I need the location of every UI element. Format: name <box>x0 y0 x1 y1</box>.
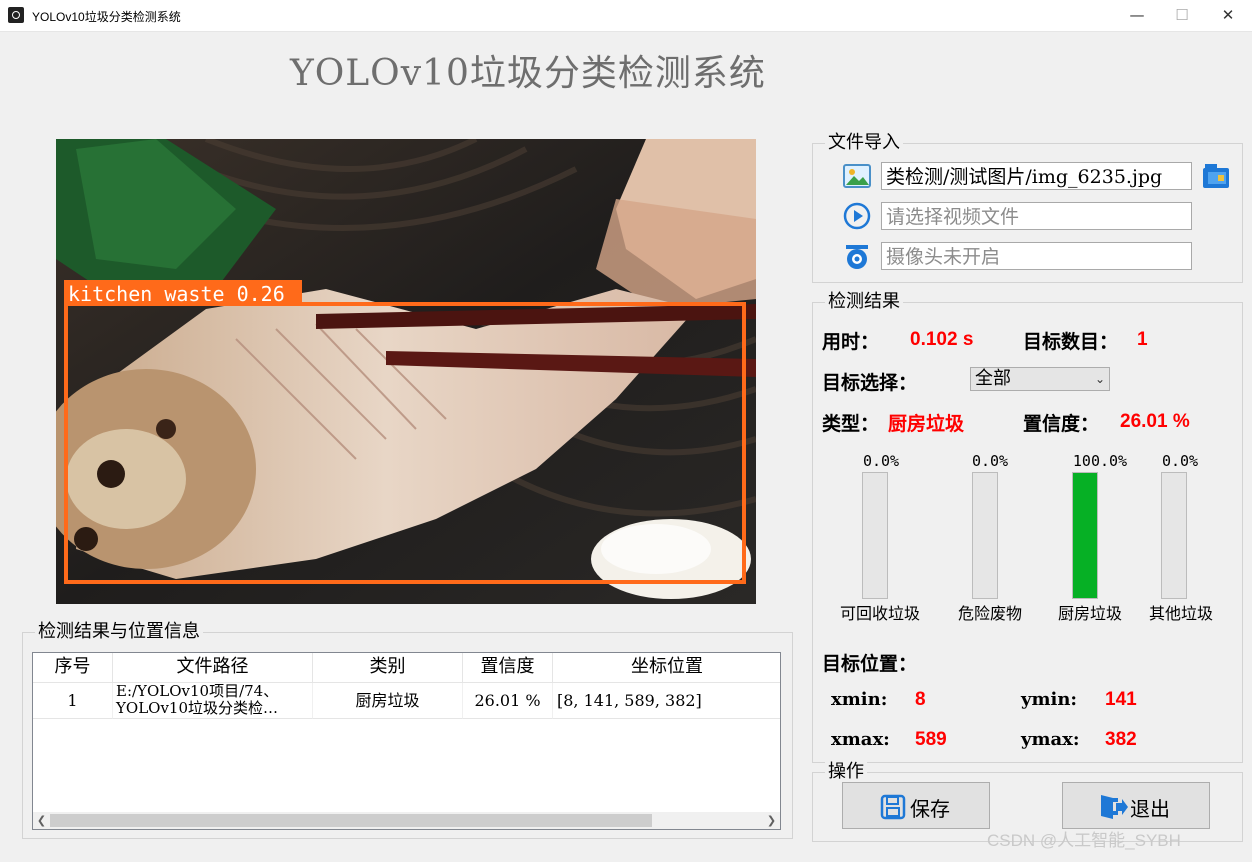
page-title: YOLOv10垃圾分类检测系统 <box>290 53 766 94</box>
bar-percent-hazardous: 0.0% <box>971 452 1009 470</box>
save-button-label: 保存 <box>910 797 950 821</box>
col-header-path[interactable]: 文件路径 <box>113 653 313 683</box>
target-count-label: 目标数目： <box>1023 331 1119 353</box>
open-folder-icon[interactable] <box>1202 162 1232 192</box>
xmax-value: 589 <box>915 729 947 750</box>
col-header-coords[interactable]: 坐标位置 <box>553 653 780 683</box>
chevron-down-icon: ⌄ <box>1094 372 1105 386</box>
image-icon[interactable] <box>843 162 873 192</box>
ymin-value: 141 <box>1105 689 1137 710</box>
horizontal-scrollbar[interactable]: ❮ ❯ <box>33 812 780 829</box>
bar-label-recyclable: 可回收垃圾 <box>839 604 920 623</box>
bar-percent-kitchen: 100.0% <box>1072 452 1128 470</box>
bar-track-recyclable <box>862 472 888 599</box>
bar-percent-other: 0.0% <box>1161 452 1199 470</box>
file-import-title: 文件导入 <box>825 133 903 153</box>
bar-label-hazardous: 危险废物 <box>957 604 1022 623</box>
confidence-value: 26.01 % <box>1120 411 1190 432</box>
image-path-field[interactable]: 类检测/测试图片/img_6235.jpg <box>881 162 1192 190</box>
target-select-label: 目标选择： <box>822 372 918 394</box>
bar-label-kitchen: 厨房垃圾 <box>1057 604 1122 623</box>
video-play-icon[interactable] <box>843 202 873 232</box>
video-path-field[interactable]: 请选择视频文件 <box>881 202 1192 230</box>
cell-confidence: 26.01 % <box>463 683 553 719</box>
xmin-value: 8 <box>915 689 926 710</box>
minimize-button[interactable]: — <box>1114 0 1160 31</box>
target-count-value: 1 <box>1137 329 1148 350</box>
results-table-title: 检测结果与位置信息 <box>35 622 203 642</box>
cell-coords: [8, 141, 589, 382] <box>553 683 780 719</box>
detection-image-canvas: kitchen waste 0.26 <box>56 139 756 604</box>
xmin-label: xmin: <box>831 689 888 710</box>
time-label: 用时： <box>822 331 880 353</box>
camera-icon[interactable] <box>843 242 873 272</box>
scrollbar-thumb[interactable] <box>50 814 652 827</box>
bar-track-kitchen <box>1072 472 1098 599</box>
ymin-label: ymin: <box>1021 689 1078 710</box>
type-value: 厨房垃圾 <box>888 413 965 435</box>
xmax-label: xmax: <box>831 729 890 750</box>
exit-button[interactable]: 退出 <box>1062 782 1210 829</box>
bar-track-other <box>1161 472 1187 599</box>
time-value: 0.102 s <box>910 329 974 350</box>
type-label: 类型： <box>822 413 880 435</box>
exit-button-label: 退出 <box>1130 797 1170 821</box>
bar-percent-recyclable: 0.0% <box>862 452 900 470</box>
camera-status-field[interactable]: 摄像头未开启 <box>881 242 1192 270</box>
col-header-confidence[interactable]: 置信度 <box>463 653 553 683</box>
scroll-right-icon[interactable]: ❯ <box>763 812 780 829</box>
cell-category: 厨房垃圾 <box>313 683 463 719</box>
save-button[interactable]: 保存 <box>842 782 990 829</box>
scroll-left-icon[interactable]: ❮ <box>33 812 50 829</box>
bar-label-other: 其他垃圾 <box>1148 604 1213 623</box>
cell-path-line1: E:/YOLOv10项目/74、 <box>116 683 279 700</box>
results-table[interactable]: 序号 文件路径 类别 置信度 坐标位置 1 E:/YOLOv10项目/74、 Y… <box>32 652 781 830</box>
col-header-category[interactable]: 类别 <box>313 653 463 683</box>
col-header-index[interactable]: 序号 <box>33 653 113 683</box>
confidence-label: 置信度： <box>1023 413 1100 435</box>
watermark: CSDN @人工智能_SYBH <box>987 831 1181 850</box>
maximize-button[interactable]: ☐ <box>1159 0 1205 31</box>
exit-icon <box>1098 792 1128 827</box>
app-icon <box>8 7 24 23</box>
cell-path: E:/YOLOv10项目/74、 YOLOv10垃圾分类检… <box>113 683 313 719</box>
target-select-value: 全部 <box>975 368 1011 389</box>
cell-path-line2: YOLOv10垃圾分类检… <box>116 699 279 717</box>
detection-image: kitchen waste 0.26 <box>56 139 756 604</box>
ymax-label: ymax: <box>1021 729 1080 750</box>
detection-label-text: kitchen waste 0.26 <box>68 282 285 306</box>
detection-results-title: 检测结果 <box>825 292 903 312</box>
window-titlebar: YOLOv10垃圾分类检测系统 — ☐ ✕ <box>0 0 1252 32</box>
cell-index: 1 <box>33 683 113 719</box>
target-select-dropdown[interactable]: 全部 ⌄ <box>970 367 1110 391</box>
bar-track-hazardous <box>972 472 998 599</box>
target-position-title: 目标位置： <box>822 653 918 675</box>
save-icon <box>880 794 906 825</box>
bar-fill-kitchen <box>1073 473 1097 598</box>
ymax-value: 382 <box>1105 729 1137 750</box>
close-button[interactable]: ✕ <box>1205 0 1251 31</box>
operations-title: 操作 <box>825 762 867 782</box>
window-title: YOLOv10垃圾分类检测系统 <box>32 10 181 24</box>
